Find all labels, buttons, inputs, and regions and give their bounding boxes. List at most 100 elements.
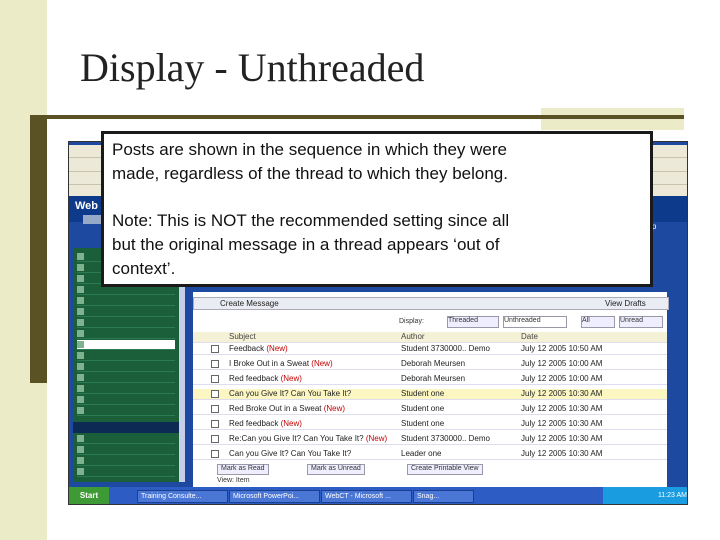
message-subject-link[interactable]: Can you Give It? Can You Take It?: [229, 449, 399, 458]
callout-note-line: Note: This is NOT the recommended settin…: [112, 211, 510, 230]
message-author: Deborah Meursen: [401, 374, 466, 383]
message-date: July 12 2005 10:30 AM: [521, 419, 603, 428]
column-header-date[interactable]: Date: [521, 332, 631, 341]
sidebar-item[interactable]: [77, 329, 175, 339]
new-badge: (New): [323, 404, 346, 413]
message-author: Leader one: [401, 449, 442, 458]
sidebar-item[interactable]: [77, 351, 175, 361]
sidebar-item[interactable]: [77, 384, 175, 394]
taskbar-item[interactable]: WebCT - Microsoft ...: [321, 490, 412, 503]
message-date: July 12 2005 10:50 AM: [521, 344, 603, 353]
message-subject-link[interactable]: Re:Can you Give It? Can You Take It? (Ne…: [229, 434, 399, 443]
display-options: Display: Threaded Unthreaded All Unread: [193, 316, 667, 328]
create-message-button[interactable]: Create Message: [220, 299, 279, 308]
table-row[interactable]: I Broke Out in a Sweat (New) Deborah Meur…: [193, 359, 667, 370]
sidebar-item[interactable]: [77, 318, 175, 328]
message-subject-link[interactable]: Feedback (New): [229, 344, 399, 353]
sidebar-item[interactable]: [77, 406, 175, 416]
bottom-actions: Mark as Read Mark as Unread Create Print…: [217, 464, 667, 475]
table-row[interactable]: Red feedback (New) Deborah Meursen July 12…: [193, 374, 667, 385]
table-header-row: Subject Author Date: [193, 332, 667, 343]
table-row[interactable]: Can you Give It? Can You Take It? Leader …: [193, 449, 667, 460]
message-date: July 12 2005 10:00 AM: [521, 359, 603, 368]
callout-line: Posts are shown in the sequence in which…: [112, 140, 508, 159]
display-label: Display:: [399, 318, 424, 325]
message-subject: Red feedback: [229, 419, 279, 428]
table-row[interactable]: Feedback (New) Student 3730000.. Demo July…: [193, 344, 667, 355]
mark-read-button[interactable]: Mark as Read: [217, 464, 269, 475]
all-filter-button[interactable]: All: [581, 316, 615, 328]
sidebar-item[interactable]: [77, 395, 175, 405]
instructor-tools-header: [73, 422, 179, 433]
table-row[interactable]: Can you Give It? Can You Take It? Student…: [193, 389, 667, 400]
message-subject-link[interactable]: Red Broke Out in a Sweat (New): [229, 404, 399, 413]
message-date: July 12 2005 10:30 AM: [521, 404, 603, 413]
sidebar-item[interactable]: [77, 362, 175, 372]
system-tray-clock: 11:23 AM: [603, 487, 687, 504]
row-checkbox[interactable]: [211, 390, 219, 398]
view-drafts-button[interactable]: View Drafts: [605, 299, 646, 308]
webct-header-button[interactable]: [83, 215, 103, 224]
column-header-subject[interactable]: Subject: [229, 332, 399, 341]
sidebar-item[interactable]: [77, 467, 175, 477]
message-subject-link[interactable]: Red feedback (New): [229, 374, 399, 383]
sidebar-item[interactable]: [77, 373, 175, 383]
unread-filter-button[interactable]: Unread: [619, 316, 663, 328]
discussion-content: Create Message View Drafts Display: Thre…: [193, 292, 669, 487]
row-checkbox[interactable]: [211, 375, 219, 383]
new-badge: (New): [280, 374, 302, 383]
row-checkbox[interactable]: [211, 405, 219, 413]
table-row[interactable]: Red Broke Out in a Sweat (New) Student on…: [193, 404, 667, 415]
new-badge: (New): [365, 434, 388, 443]
sidebar-item[interactable]: [77, 296, 175, 306]
new-badge: (New): [266, 344, 288, 353]
threaded-tab[interactable]: Threaded: [447, 316, 499, 328]
message-date: July 12 2005 10:30 AM: [521, 434, 603, 443]
callout-line: made, regardless of the thread to which …: [112, 164, 508, 183]
printable-view-button[interactable]: Create Printable View: [407, 464, 483, 475]
view-selector[interactable]: View: Item: [217, 477, 250, 484]
callout-note-line: but the original message in a thread app…: [112, 235, 500, 254]
message-subject-link[interactable]: Red feedback (New): [229, 419, 399, 428]
message-subject: Re:Can you Give It? Can You Take It?: [229, 434, 364, 443]
sidebar-item-discussions[interactable]: [77, 340, 175, 350]
message-author: Student 3730000.. Demo: [401, 344, 490, 353]
row-checkbox[interactable]: [211, 345, 219, 353]
message-author: Deborah Meursen: [401, 359, 466, 368]
sidebar-item[interactable]: [77, 434, 175, 444]
message-subject-link[interactable]: Can you Give It? Can You Take It?: [229, 389, 399, 398]
slide-left-bar-tab: [30, 118, 47, 383]
message-actions-bar: Create Message View Drafts: [193, 297, 669, 310]
table-row[interactable]: Re:Can you Give It? Can You Take It? (Ne…: [193, 434, 667, 445]
sidebar-item[interactable]: [77, 307, 175, 317]
taskbar-item[interactable]: Snag...: [413, 490, 474, 503]
unthreaded-tab[interactable]: Unthreaded: [503, 316, 567, 328]
message-subject: Can you Give It? Can You Take It?: [229, 449, 352, 458]
title-rule: [30, 115, 684, 119]
callout-note-line: context’.: [112, 259, 176, 278]
table-row[interactable]: Red feedback (New) Student one July 12 200…: [193, 419, 667, 430]
taskbar-item[interactable]: Training Consulte...: [137, 490, 228, 503]
message-subject: I Broke Out in a Sweat: [229, 359, 310, 368]
annotation-callout: Posts are shown in the sequence in which…: [101, 131, 653, 287]
message-date: July 12 2005 10:00 AM: [521, 374, 603, 383]
row-checkbox[interactable]: [211, 420, 219, 428]
webct-logo: Web: [75, 200, 99, 212]
row-checkbox[interactable]: [211, 435, 219, 443]
message-subject: Can you Give It? Can You Take It?: [229, 389, 352, 398]
message-date: July 12 2005 10:30 AM: [521, 389, 603, 398]
taskbar-item[interactable]: Microsoft PowerPoi...: [229, 490, 320, 503]
message-subject: Feedback: [229, 344, 265, 353]
message-subject-link[interactable]: I Broke Out in a Sweat (New): [229, 359, 399, 368]
message-subject: Red feedback: [229, 374, 279, 383]
message-author: Student 3730000.. Demo: [401, 434, 490, 443]
row-checkbox[interactable]: [211, 450, 219, 458]
sidebar-item[interactable]: [77, 456, 175, 466]
message-author: Student one: [401, 389, 445, 398]
start-button[interactable]: Start: [69, 487, 109, 504]
row-checkbox[interactable]: [211, 360, 219, 368]
sidebar-item[interactable]: [77, 445, 175, 455]
mark-unread-button[interactable]: Mark as Unread: [307, 464, 365, 475]
column-header-author[interactable]: Author: [401, 332, 501, 341]
new-badge: (New): [311, 359, 333, 368]
